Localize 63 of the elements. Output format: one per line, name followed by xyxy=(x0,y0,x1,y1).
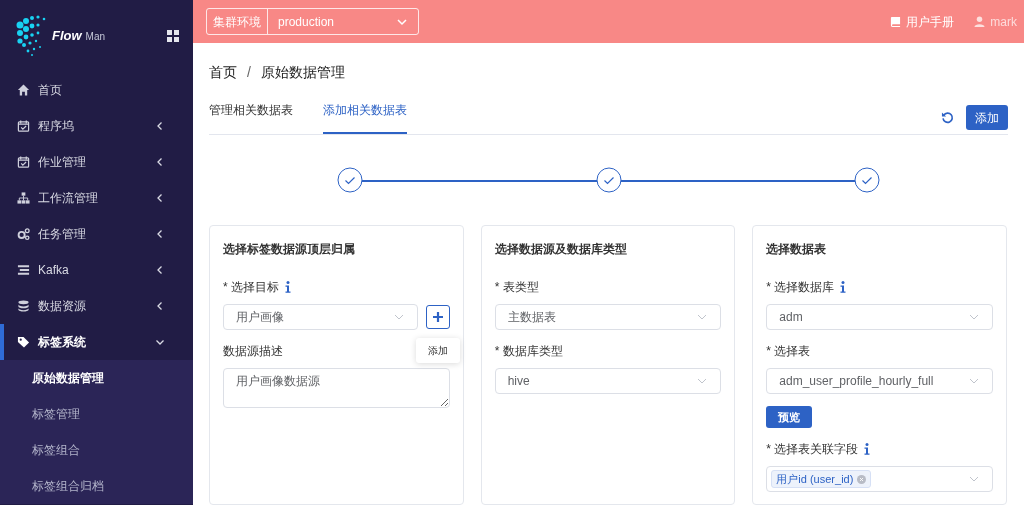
sidebar-item[interactable]: 数据资源 xyxy=(0,288,193,324)
book-icon xyxy=(890,16,902,27)
select-field[interactable]: 用户画像 xyxy=(223,304,418,330)
tab[interactable]: 添加相关数据表 xyxy=(323,101,407,134)
chevron-left-icon xyxy=(155,265,165,275)
home-icon xyxy=(17,83,30,97)
select-field[interactable]: adm xyxy=(766,304,993,330)
chevron-left-icon xyxy=(155,121,165,131)
field-label: * 选择表 xyxy=(766,343,811,360)
sidebar-item[interactable]: 工作流管理 xyxy=(0,180,193,216)
tag: 用户id (user_id) xyxy=(771,470,872,489)
user-icon xyxy=(974,16,986,27)
submenu-item[interactable]: 原始数据管理 xyxy=(0,360,193,396)
sidebar-item[interactable]: Kafka xyxy=(0,252,193,288)
logo-word: Flow xyxy=(52,27,82,46)
field-label: 数据源描述 xyxy=(223,343,283,360)
card-title: 选择数据表 xyxy=(766,241,828,258)
field-label: * 选择表关联字段 xyxy=(766,441,859,459)
multi-select-field[interactable]: 用户id (user_id) xyxy=(766,466,993,493)
field-label: * 选择数据库 xyxy=(766,279,835,296)
bars-icon xyxy=(17,263,30,277)
select-field[interactable]: adm_user_profile_hourly_full xyxy=(766,368,993,394)
sitemap-icon xyxy=(17,191,30,205)
calendar-icon xyxy=(17,119,30,133)
submenu-item[interactable]: 标签组合 xyxy=(0,432,193,468)
chevron-left-icon xyxy=(155,301,165,311)
tab[interactable]: 管理相关数据表 xyxy=(209,101,293,134)
field-label: * 表类型 xyxy=(494,279,539,296)
gears-icon xyxy=(17,227,30,241)
preview-button[interactable]: 预览 xyxy=(766,406,813,429)
chevron-down-icon xyxy=(155,337,165,347)
field-label: * 数据库类型 xyxy=(494,343,563,360)
sidebar-item[interactable]: 标签系统 xyxy=(4,324,193,360)
add-button[interactable] xyxy=(425,305,450,329)
submenu-item[interactable]: 标签组合归档 xyxy=(0,468,193,504)
chevron-left-icon xyxy=(155,157,165,167)
select-field[interactable]: hive xyxy=(494,368,722,394)
logo-dots-icon xyxy=(16,13,48,59)
chevron-left-icon xyxy=(155,229,165,239)
textarea-field[interactable]: 用户画像数据源 xyxy=(223,368,450,408)
database-icon xyxy=(17,299,30,313)
sidebar-item[interactable]: 任务管理 xyxy=(0,216,193,252)
refresh-icon[interactable] xyxy=(941,111,954,124)
logo-suffix: Man xyxy=(85,29,106,44)
submenu-item[interactable]: 标签管理 xyxy=(0,396,193,432)
card-title: 选择标签数据源顶层归属 xyxy=(223,241,356,258)
breadcrumb-item[interactable]: 首页 xyxy=(209,61,237,83)
card-title: 选择数据源及数据库类型 xyxy=(494,241,628,258)
breadcrumb-item: 原始数据管理 xyxy=(260,62,345,82)
sidebar-item[interactable]: 首页 xyxy=(0,72,193,108)
breadcrumb-separator: / xyxy=(247,62,251,82)
calendar-icon xyxy=(17,155,30,169)
select-field[interactable]: 主数据表 xyxy=(494,304,722,330)
grid-icon[interactable] xyxy=(167,30,179,42)
sidebar-item[interactable]: 程序坞 xyxy=(0,108,193,144)
tag-icon xyxy=(17,335,30,349)
add-button[interactable]: 添加 xyxy=(966,105,1008,130)
close-icon xyxy=(857,474,867,484)
chevron-left-icon xyxy=(155,193,165,203)
sidebar-item[interactable]: 作业管理 xyxy=(0,144,193,180)
plus-icon xyxy=(431,311,444,323)
tooltip: 添加 xyxy=(415,338,460,363)
field-label: * 选择目标 xyxy=(223,279,279,296)
